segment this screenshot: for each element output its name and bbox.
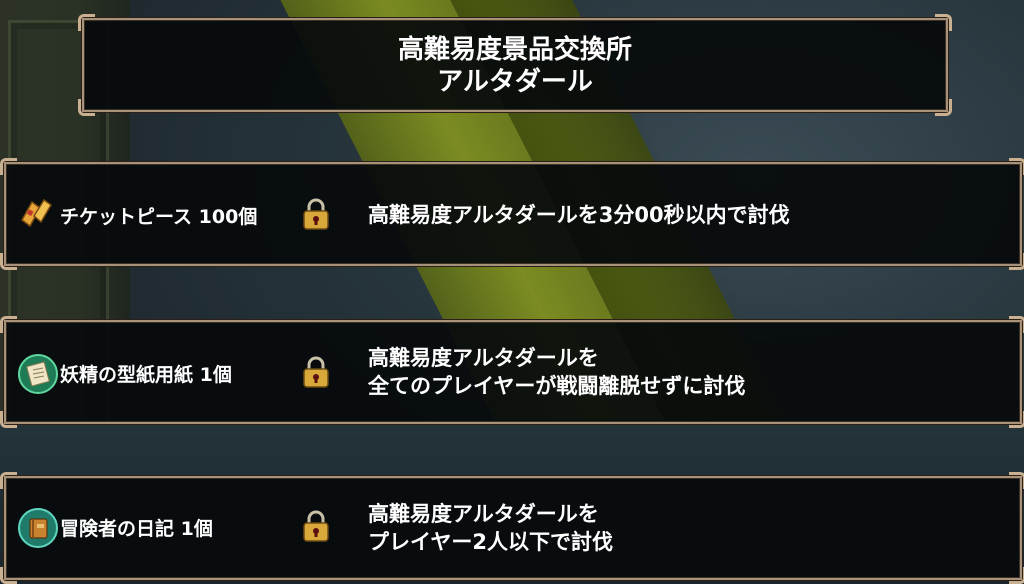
lock-icon [302,510,330,542]
frame-corner [1009,158,1024,175]
reward-item-name: 冒険者の日記 1個 [60,518,213,540]
frame-corner [78,14,95,31]
reward-row-ticket[interactable]: チケットピース 100個 高難易度アルタダールを3分00秒以内で討伐 [0,158,1024,270]
condition-line-2: プレイヤー2人以下で討伐 [368,530,613,554]
condition-line-1: 高難易度アルタダールを [368,346,599,370]
condition-line-1: 高難易度アルタダールを [368,502,599,526]
page-title: 高難易度景品交換所 アルタダール [84,34,946,98]
frame-corner [0,253,17,270]
frame-corner [1009,253,1024,270]
frame-corner [0,567,17,584]
frame-corner [0,472,17,489]
reward-condition: 高難易度アルタダールを3分00秒以内で討伐 [368,201,790,229]
adventurer-diary-icon [18,508,58,548]
ticket-piece-icon [18,194,54,230]
frame-corner [1009,316,1024,333]
frame-corner [1009,567,1024,584]
reward-item-name: チケットピース 100個 [60,206,258,228]
frame-corner [0,316,17,333]
frame-corner [0,411,17,428]
condition-line-1: 高難易度アルタダールを3分00秒以内で討伐 [368,203,790,227]
reward-row-diary[interactable]: 冒険者の日記 1個 高難易度アルタダールを プレイヤー2人以下で討伐 [0,472,1024,584]
title-panel: 高難易度景品交換所 アルタダール [78,14,952,116]
frame-corner [935,14,952,31]
lock-icon [302,356,330,388]
frame-corner [935,99,952,116]
frame-corner [1009,411,1024,428]
frame-corner [1009,472,1024,489]
reward-condition: 高難易度アルタダールを プレイヤー2人以下で討伐 [368,500,613,556]
lock-icon [302,198,330,230]
fairy-pattern-paper-icon [18,354,58,394]
reward-condition: 高難易度アルタダールを 全てのプレイヤーが戦闘離脱せずに討伐 [368,344,745,400]
reward-row-pattern-paper[interactable]: 妖精の型紙用紙 1個 高難易度アルタダールを 全てのプレイヤーが戦闘離脱せずに討… [0,316,1024,428]
reward-item-name: 妖精の型紙用紙 1個 [60,364,232,386]
frame-corner [78,99,95,116]
title-line-2: アルタダール [437,67,593,97]
condition-line-2: 全てのプレイヤーが戦闘離脱せずに討伐 [368,374,746,398]
title-line-1: 高難易度景品交換所 [397,35,632,65]
frame-corner [0,158,17,175]
